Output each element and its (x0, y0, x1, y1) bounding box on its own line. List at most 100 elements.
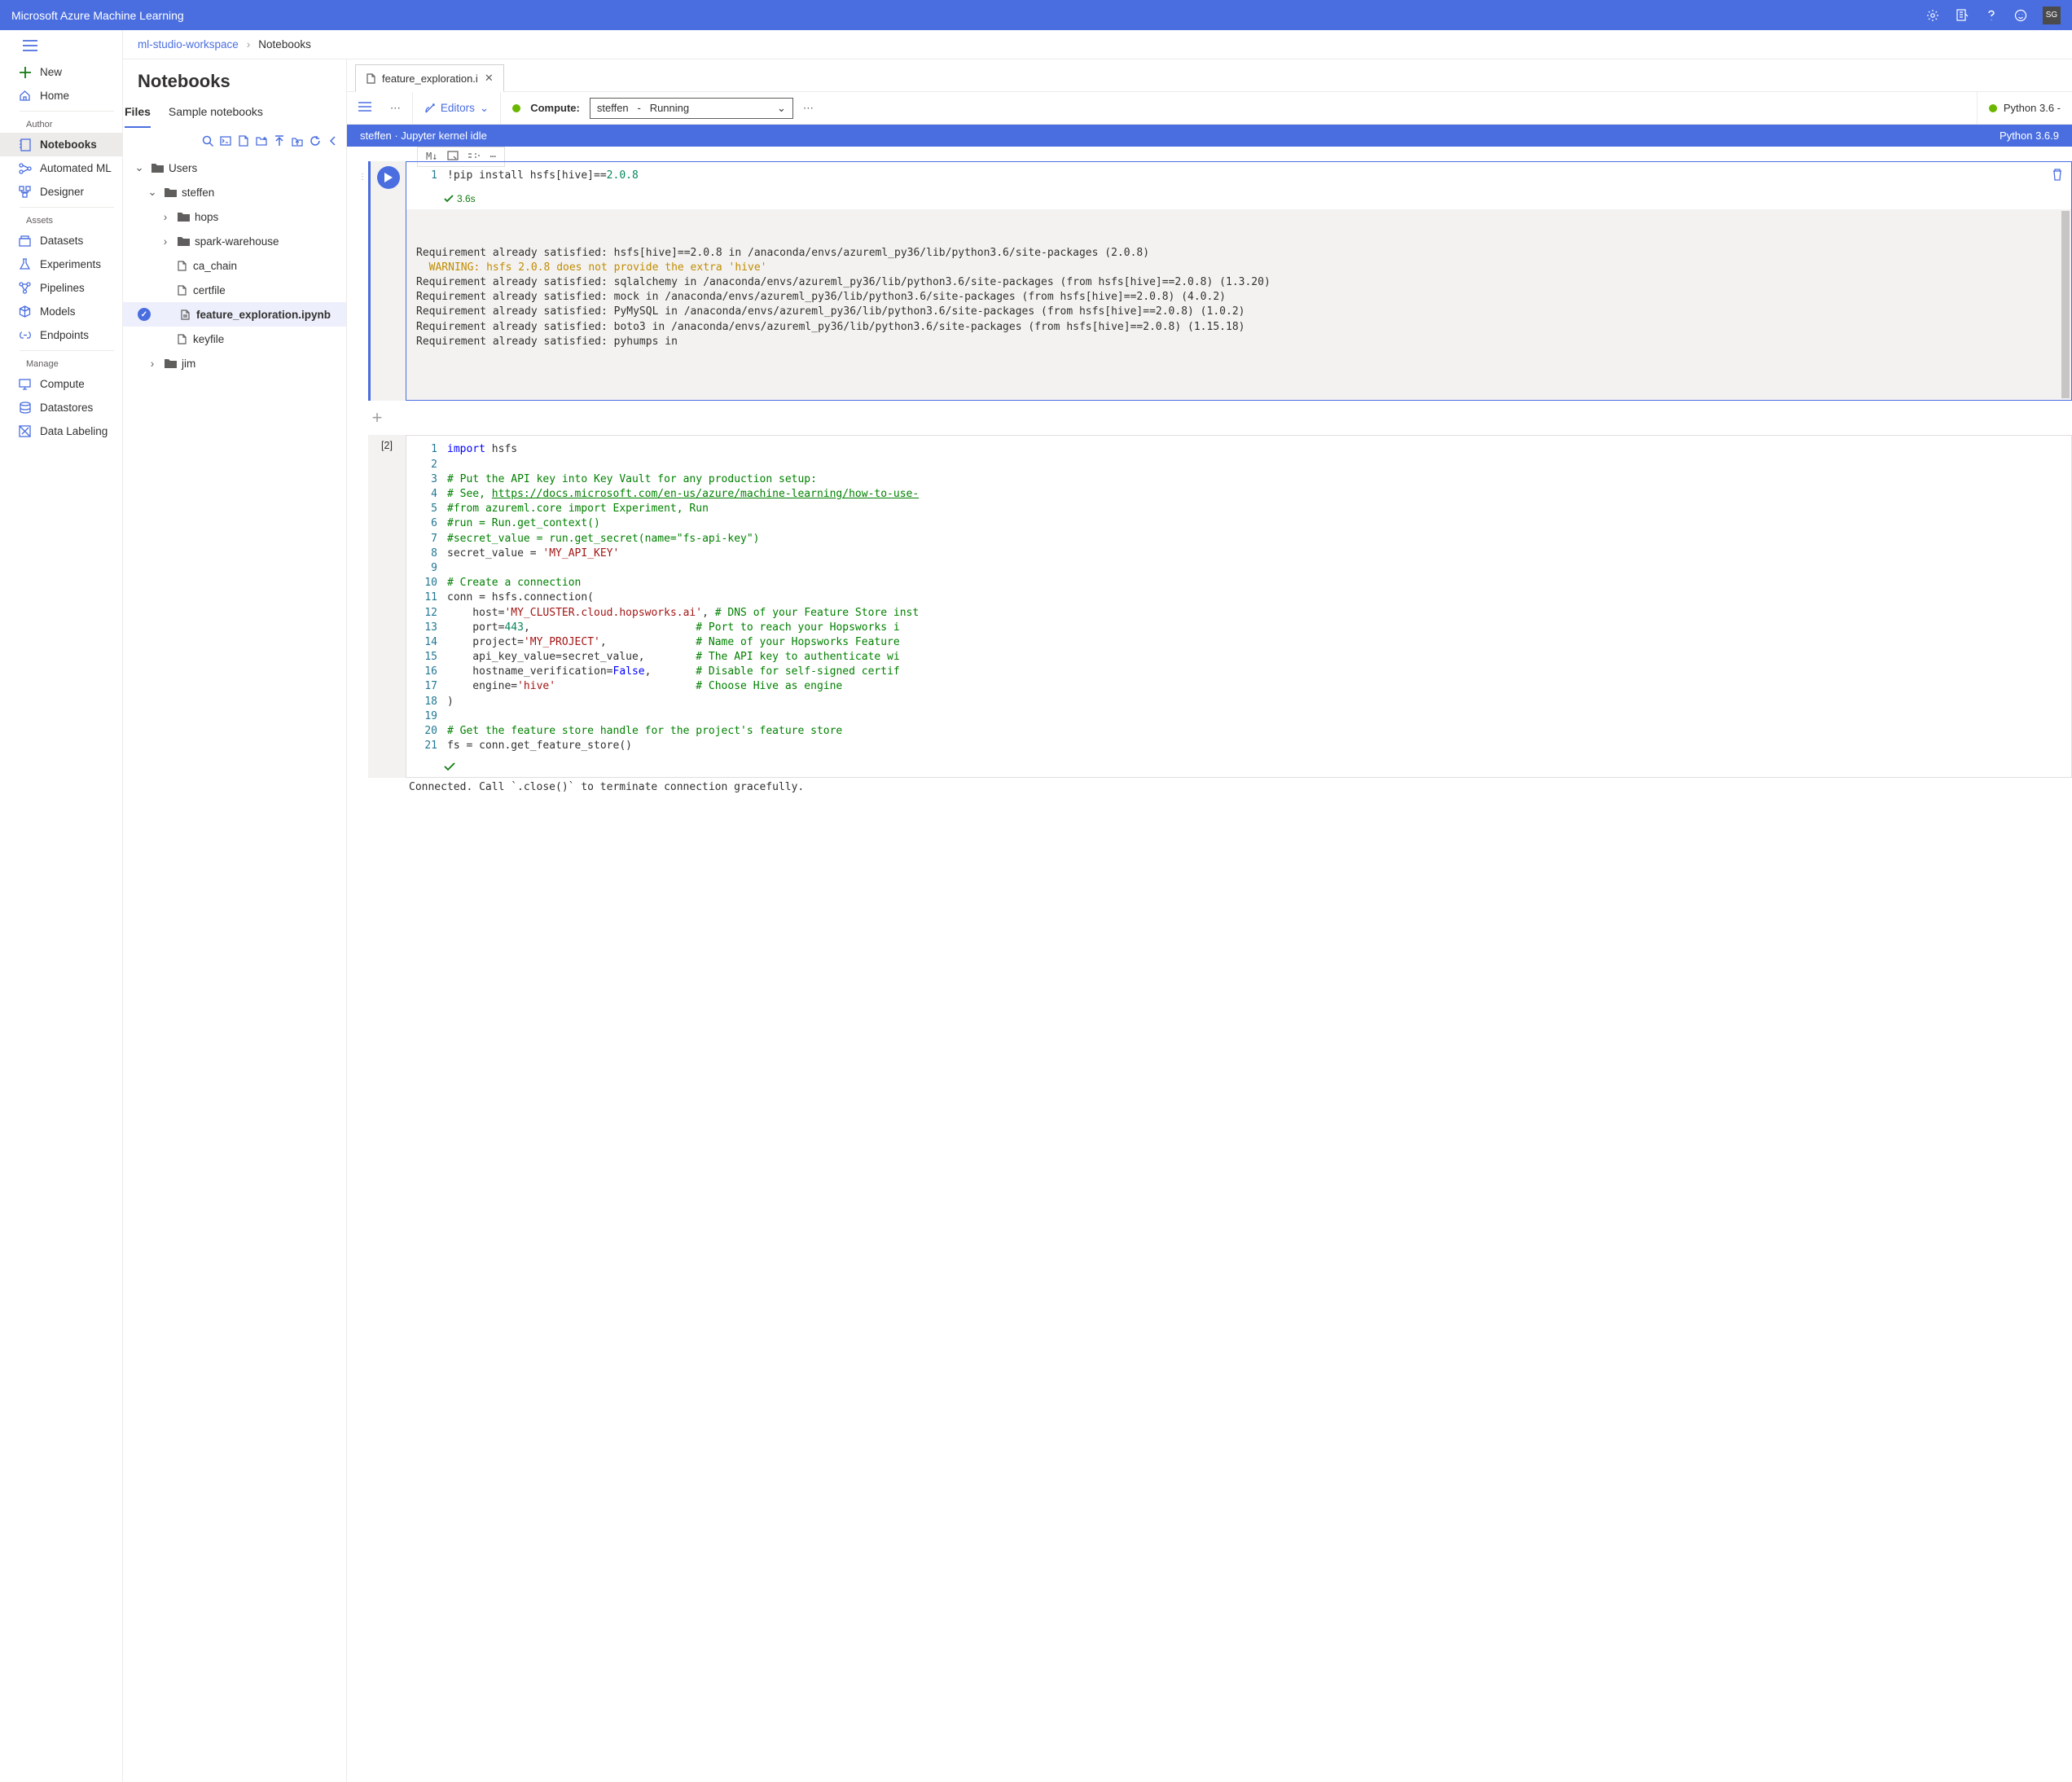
nav-endpoints[interactable]: Endpoints (0, 323, 122, 347)
nav-new[interactable]: New (0, 60, 122, 84)
collapse-icon[interactable] (325, 133, 341, 149)
notebook-cell[interactable]: M↓ ⋯ ⋮⋮ 1 !pip (358, 161, 2072, 401)
new-folder-icon[interactable] (253, 133, 270, 149)
tree-folder-steffen[interactable]: ⌄steffen (123, 180, 346, 204)
notebook-file-icon (178, 308, 191, 321)
nav-data-labeling[interactable]: Data Labeling (0, 419, 122, 443)
breadcrumb-workspace[interactable]: ml-studio-workspace (138, 38, 239, 50)
nav-automl[interactable]: Automated ML (0, 156, 122, 180)
more-icon[interactable]: ⋯ (803, 102, 814, 115)
check-circle-icon: ✓ (138, 308, 151, 321)
upload-icon[interactable] (271, 133, 288, 149)
code-editor[interactable]: 123456789101112131415161718192021 import… (406, 436, 2071, 760)
file-icon (175, 332, 188, 345)
compute-label: Compute: (530, 102, 580, 114)
nav-datasets[interactable]: Datasets (0, 229, 122, 252)
nav-toggle-icon[interactable] (0, 33, 122, 60)
nav-experiments[interactable]: Experiments (0, 252, 122, 276)
nav-notebooks[interactable]: Notebooks (0, 133, 122, 156)
topbar-actions: SG (1925, 7, 2061, 24)
folder-icon (164, 357, 177, 370)
datasets-icon (18, 234, 32, 248)
kernel-status-bar: steffen · Jupyter kernel idle Python 3.6… (347, 125, 2072, 147)
drag-handle-icon[interactable]: ⋮⋮ (358, 161, 368, 401)
editor-area: feature_exploration.i ✕ ⋯ Editors⌄ Compu… (347, 59, 2072, 1782)
nav-section-assets: Assets (0, 211, 122, 229)
pipelines-icon (18, 281, 32, 295)
refresh-icon[interactable] (307, 133, 323, 149)
breadcrumb: ml-studio-workspace › Notebooks (123, 30, 2072, 59)
more-icon[interactable]: ⋯ (390, 102, 401, 115)
add-cell-button[interactable]: + (365, 406, 389, 430)
notebook-cell[interactable]: [2] 123456789101112131415161718192021 im… (358, 435, 2072, 778)
compute-instance-dropdown[interactable]: steffen - Running ⌄ (590, 98, 793, 119)
status-dot-icon (1989, 104, 1997, 112)
cell-timing: 3.6s (406, 190, 2071, 209)
feedback-icon[interactable] (1955, 8, 1969, 23)
run-cell-button[interactable] (377, 166, 400, 189)
editors-dropdown[interactable]: Editors⌄ (424, 102, 489, 115)
notebook-body: M↓ ⋯ ⋮⋮ 1 !pip (347, 147, 2072, 1782)
nav-compute[interactable]: Compute (0, 372, 122, 396)
exec-count: [2] (381, 440, 393, 451)
tree-folder-hops[interactable]: ›hops (123, 204, 346, 229)
cell-gutter: [2] (368, 435, 406, 778)
tree-file-feature-exploration[interactable]: ✓feature_exploration.ipynb (123, 302, 346, 327)
editor-tab[interactable]: feature_exploration.i ✕ (355, 64, 504, 92)
plus-icon (18, 65, 32, 79)
folder-icon (164, 186, 177, 199)
nav-pipelines[interactable]: Pipelines (0, 276, 122, 300)
models-icon (18, 305, 32, 318)
chevron-right-icon: › (247, 38, 251, 50)
top-app-bar: Microsoft Azure Machine Learning SG (0, 0, 2072, 30)
terminal-icon[interactable] (217, 133, 234, 149)
left-nav: New Home Author Notebooks Automated ML D… (0, 30, 123, 1782)
tree-folder-jim[interactable]: ›jim (123, 351, 346, 375)
nav-designer[interactable]: Designer (0, 180, 122, 204)
smiley-icon[interactable] (2013, 8, 2028, 23)
folder-icon (151, 161, 164, 174)
tree-file-certfile[interactable]: certfile (123, 278, 346, 302)
notebook-file-icon (364, 72, 377, 85)
experiments-icon (18, 257, 32, 271)
help-icon[interactable] (1984, 8, 1999, 23)
editor-toolbar: ⋯ Editors⌄ Compute: steffen - Running ⌄ … (347, 92, 2072, 125)
tab-sample-notebooks[interactable]: Sample notebooks (169, 100, 263, 128)
compute-icon (18, 377, 32, 391)
upload-folder-icon[interactable] (289, 133, 305, 149)
search-icon[interactable] (200, 133, 216, 149)
cell-output: Requirement already satisfied: hsfs[hive… (406, 209, 2071, 400)
code-editor[interactable]: 1 !pip install hsfs[hive]==2.0.8 (406, 162, 2071, 190)
kernel-name: Python 3.6 - (2004, 102, 2061, 114)
tab-close-icon[interactable]: ✕ (483, 72, 495, 85)
labeling-icon (18, 424, 32, 438)
endpoints-icon (18, 328, 32, 342)
settings-gear-icon[interactable] (1925, 8, 1940, 23)
automl-icon (18, 161, 32, 175)
datastores-icon (18, 401, 32, 415)
app-title: Microsoft Azure Machine Learning (11, 9, 184, 22)
folder-icon (177, 235, 190, 248)
nav-home[interactable]: Home (0, 84, 122, 108)
page-title: Notebooks (123, 59, 346, 100)
tree-file-ca-chain[interactable]: ca_chain (123, 253, 346, 278)
file-icon (175, 259, 188, 272)
tree-file-keyfile[interactable]: keyfile (123, 327, 346, 351)
nav-datastores[interactable]: Datastores (0, 396, 122, 419)
menu-icon[interactable] (358, 102, 371, 114)
nav-section-author: Author (0, 115, 122, 133)
tree-folder-spark[interactable]: ›spark-warehouse (123, 229, 346, 253)
file-toolbar (123, 128, 346, 156)
user-avatar[interactable]: SG (2043, 7, 2061, 24)
chevron-down-icon: ⌄ (777, 102, 786, 115)
nav-models[interactable]: Models (0, 300, 122, 323)
tab-files[interactable]: Files (125, 100, 151, 128)
new-file-icon[interactable] (235, 133, 252, 149)
success-check-icon (406, 760, 2071, 777)
chevron-right-icon: › (159, 210, 172, 223)
delete-cell-icon[interactable] (2052, 169, 2063, 185)
tree-folder-users[interactable]: ⌄Users (123, 156, 346, 180)
files-pane: Notebooks Files Sample notebooks (123, 59, 347, 1782)
scrollbar[interactable] (2061, 211, 2070, 398)
folder-icon (177, 210, 190, 223)
